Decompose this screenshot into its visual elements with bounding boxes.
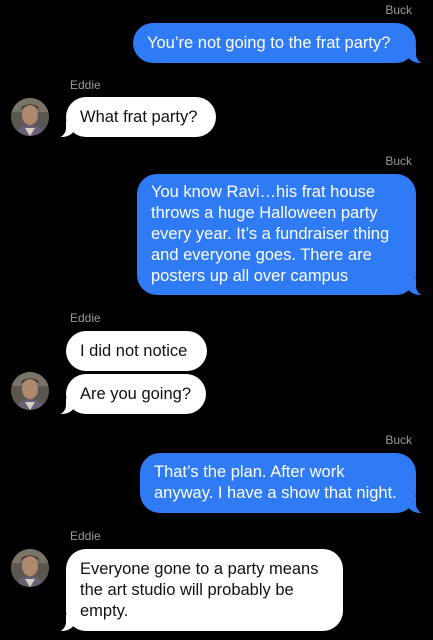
message-text: Are you going?: [80, 384, 191, 403]
message-text: You’re not going to the frat party?: [147, 33, 391, 52]
message-text: Everyone gone to a party means the art s…: [80, 559, 319, 620]
incoming-message-bubble[interactable]: What frat party?: [54, 97, 216, 138]
avatar[interactable]: [11, 98, 49, 136]
sender-label: Eddie: [70, 311, 101, 325]
message-text: I did not notice: [80, 341, 188, 360]
sender-label: Buck: [385, 154, 412, 168]
message-thread: Buck You’re not going to the frat party?…: [0, 0, 433, 640]
contact-photo-icon: [11, 98, 49, 136]
sender-label: Eddie: [70, 78, 101, 92]
contact-photo-icon: [11, 549, 49, 587]
sender-label: Eddie: [70, 529, 101, 543]
outgoing-message-bubble[interactable]: You know Ravi…his frat house throws a hu…: [137, 174, 428, 296]
avatar[interactable]: [11, 549, 49, 587]
outgoing-message-bubble[interactable]: You’re not going to the frat party?: [133, 23, 428, 64]
message-text: What frat party?: [80, 107, 198, 126]
incoming-message-bubble[interactable]: Are you going?: [54, 374, 206, 415]
message-text: You know Ravi…his frat house throws a hu…: [151, 183, 390, 285]
contact-photo-icon: [11, 372, 49, 410]
avatar[interactable]: [11, 372, 49, 410]
message-text: That’s the plan. After work anyway. I ha…: [154, 463, 397, 502]
incoming-message-bubble[interactable]: Everyone gone to a party means the art s…: [54, 549, 343, 632]
incoming-message-bubble[interactable]: I did not notice: [66, 331, 207, 371]
outgoing-message-bubble[interactable]: That’s the plan. After work anyway. I ha…: [140, 453, 428, 514]
sender-label: Buck: [385, 433, 412, 447]
sender-label: Buck: [385, 3, 412, 17]
